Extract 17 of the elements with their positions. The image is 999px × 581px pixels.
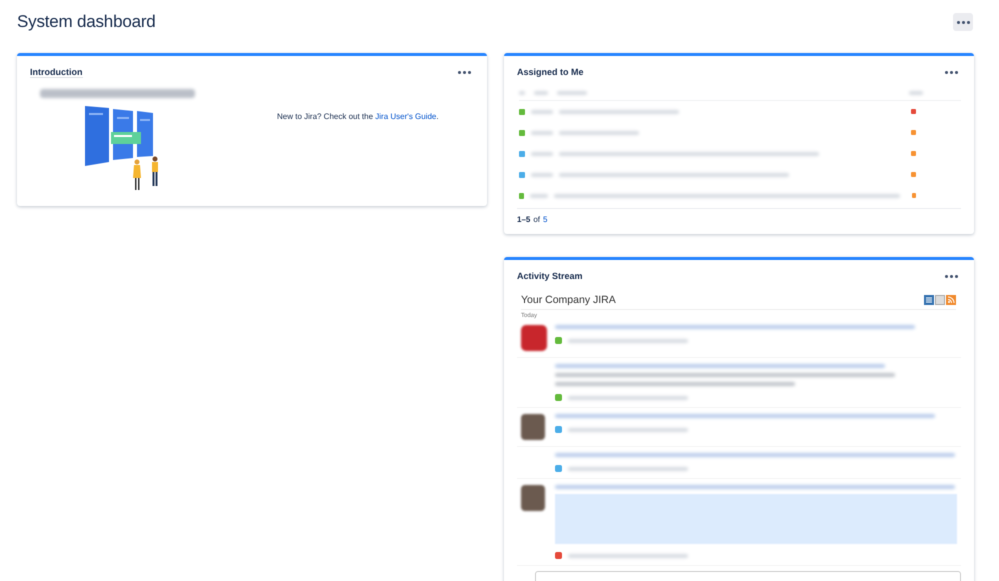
gadget-title: Introduction <box>30 66 82 78</box>
gadget-title: Activity Stream <box>517 271 583 281</box>
avatar-photo-placeholder <box>521 414 545 440</box>
pagination-range: 1–5 <box>517 215 530 224</box>
avatar-photo-placeholder <box>521 485 545 511</box>
pagination-total-link[interactable]: 5 <box>543 215 548 224</box>
feed-title: Your Company JIRA <box>521 294 616 306</box>
app-avatar-icon <box>521 325 547 351</box>
pagination-of: of <box>533 215 540 224</box>
show-more-button[interactable] <box>535 571 961 581</box>
page-title: System dashboard <box>17 12 156 32</box>
list-view-icon[interactable] <box>924 295 934 305</box>
more-button[interactable] <box>953 13 973 31</box>
gadget-title: Assigned to Me <box>517 67 584 77</box>
user-guide-link[interactable]: Jira User's Guide <box>375 112 436 121</box>
intro-text: New to Jira? Check out the Jira User's Guide. <box>277 112 440 123</box>
rss-icon[interactable] <box>946 295 956 305</box>
